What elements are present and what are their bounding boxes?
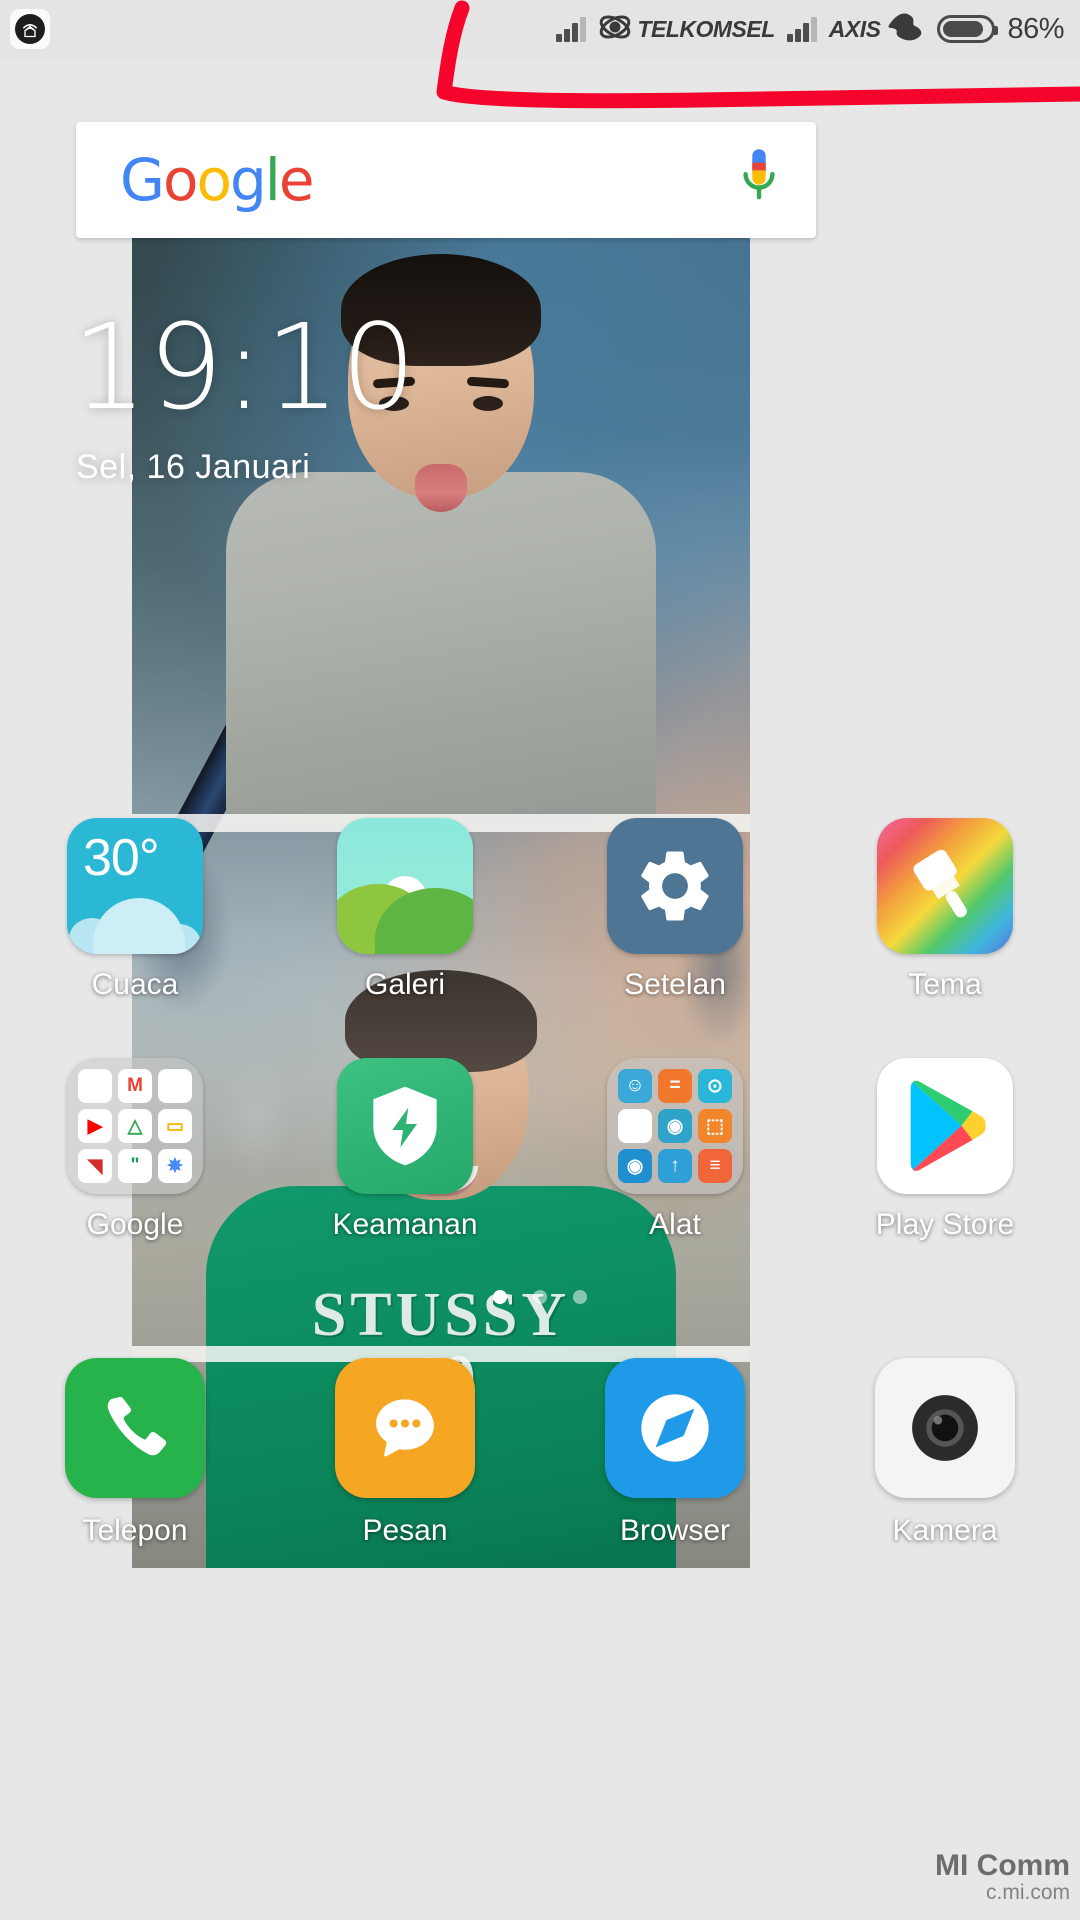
app-galeri[interactable]: Galeri	[270, 818, 540, 1002]
app-label: Tema	[908, 968, 982, 1001]
drive-icon[interactable]: △	[118, 1109, 152, 1143]
dock-kamera[interactable]: Kamera	[810, 1358, 1080, 1548]
app-label: Google	[86, 1208, 184, 1241]
dock-browser[interactable]: Browser	[540, 1358, 810, 1548]
app-label: Galeri	[364, 968, 446, 1001]
eyebrow-right	[466, 376, 510, 389]
signal-bars-sim2	[786, 16, 817, 42]
page-dot-2[interactable]	[573, 1290, 587, 1304]
tools-folder-icon[interactable]: ☺ = ⊙ ✉ ◉ ⬚ ◉ ↑ ≡	[607, 1058, 743, 1194]
dock-label: Telepon	[82, 1514, 188, 1547]
dock-telepon[interactable]: Telepon	[0, 1358, 270, 1548]
google-logo-letter-0: G	[120, 146, 165, 214]
google-logo: Google	[120, 151, 315, 209]
notification-dot	[15, 14, 45, 44]
page-dot-1[interactable]	[533, 1290, 547, 1304]
carrier-name-sim1: TELKOMSEL	[637, 15, 775, 42]
app-row-2: M ▶ △ ▭ ◥ " ✵ Google Keamanan ☺ = ⊙ ✉ ◉ ⬚ ◉ ↑ ≡ Alat	[0, 1058, 1080, 1242]
google-logo-letter-3: g	[229, 146, 267, 214]
app-label: Play Store	[875, 1208, 1015, 1241]
app-tema[interactable]: Tema	[810, 818, 1080, 1002]
watermark-line2: c.mi.com	[986, 1880, 1070, 1904]
scanner-icon[interactable]: ⬚	[698, 1109, 732, 1143]
mail-icon[interactable]: ✉	[618, 1109, 652, 1143]
eye-right	[473, 396, 503, 411]
themes-paintbrush-icon[interactable]	[877, 818, 1013, 954]
battery-icon	[937, 15, 999, 43]
page-indicator[interactable]	[0, 1290, 1080, 1304]
phone-icon[interactable]	[65, 1358, 205, 1498]
notes-icon[interactable]: ≡	[698, 1149, 732, 1183]
security-shield-icon[interactable]	[337, 1058, 473, 1194]
play-newsstand-icon[interactable]: ◥	[78, 1149, 112, 1183]
weather-temperature: 30°	[83, 829, 160, 887]
app-row-1: 30° Cuaca Galeri Setelan Tema	[0, 818, 1080, 1002]
photos-icon[interactable]: ✵	[158, 1149, 192, 1183]
downloads-icon[interactable]: ◉	[618, 1149, 652, 1183]
status-bar-right: TELKOMSEL AXIS 86%	[556, 11, 1080, 48]
app-label: Cuaca	[91, 968, 179, 1001]
carrier-sim1: TELKOMSEL	[598, 13, 775, 46]
watermark-line1: MI Comm	[935, 1849, 1070, 1883]
app-label: Alat	[649, 1208, 701, 1241]
dock: Telepon Pesan Browser Kamera	[0, 1358, 1080, 1548]
hangouts-icon[interactable]: "	[118, 1149, 152, 1183]
watermark: MI Comm c.mi.com	[935, 1850, 1070, 1904]
slides-icon[interactable]: ▭	[158, 1109, 192, 1143]
app-label: Keamanan	[332, 1208, 478, 1241]
app-play-store[interactable]: Play Store	[810, 1058, 1080, 1242]
tongue-out	[415, 464, 467, 512]
gmail-icon[interactable]: M	[118, 1069, 152, 1103]
status-bar-left	[0, 9, 50, 49]
telkomsel-logo	[598, 13, 632, 46]
cloud-main	[93, 898, 185, 954]
clock-widget[interactable]: 19:10 Sel, 16 Januari	[72, 308, 417, 487]
phone-home-screen: STUSSY40	[0, 0, 1080, 1920]
google-logo-letter-4: l	[264, 146, 281, 214]
contacts-icon[interactable]: ☺	[618, 1069, 652, 1103]
message-icon[interactable]	[335, 1358, 475, 1498]
carrier-name-sim2: AXIS	[828, 15, 881, 42]
google-logo-letter-5: e	[278, 146, 315, 214]
weather-icon[interactable]: 30°	[67, 818, 203, 954]
app-cuaca[interactable]: 30° Cuaca	[0, 818, 270, 1002]
screen-recorder-icon[interactable]: ◉	[658, 1109, 692, 1143]
calculator-icon[interactable]: =	[658, 1069, 692, 1103]
signal-bars-sim1	[556, 16, 587, 42]
google-logo-letter-1: o	[162, 146, 198, 214]
battery-fill	[943, 21, 983, 37]
dock-label: Kamera	[892, 1514, 998, 1547]
app-setelan[interactable]: Setelan	[540, 818, 810, 1002]
play-store-icon[interactable]	[877, 1058, 1013, 1194]
status-bar[interactable]: TELKOMSEL AXIS 86%	[0, 0, 1080, 58]
dock-label: Browser	[619, 1514, 731, 1547]
camera-icon[interactable]	[875, 1358, 1015, 1498]
mi-drop-icon[interactable]: ↑	[658, 1149, 692, 1183]
clock-date: Sel, 16 Januari	[76, 448, 311, 486]
app-keamanan[interactable]: Keamanan	[270, 1058, 540, 1242]
browser-compass-icon[interactable]	[605, 1358, 745, 1498]
compass-icon[interactable]: ⊙	[698, 1069, 732, 1103]
dock-label: Pesan	[362, 1514, 448, 1547]
app-label: Setelan	[624, 968, 726, 1001]
youtube-icon[interactable]: ▶	[78, 1109, 112, 1143]
microphone-icon[interactable]	[736, 147, 782, 214]
gallery-icon[interactable]	[337, 818, 473, 954]
carrier-sim2: AXIS	[829, 11, 926, 48]
page-dot-0[interactable]	[493, 1290, 507, 1304]
google-folder-icon[interactable]: M ▶ △ ▭ ◥ " ✵	[67, 1058, 203, 1194]
app-folder-google[interactable]: M ▶ △ ▭ ◥ " ✵ Google	[0, 1058, 270, 1242]
dock-pesan[interactable]: Pesan	[270, 1358, 540, 1548]
google-logo-letter-2: o	[196, 146, 231, 214]
axis-logo	[885, 11, 925, 48]
clock-time: 19:10	[72, 298, 418, 436]
wifi-home-notification-icon[interactable]	[10, 9, 50, 49]
grey-sweatshirt	[226, 472, 656, 822]
voice-search-icon[interactable]	[78, 1069, 112, 1103]
maps-icon[interactable]	[158, 1069, 192, 1103]
settings-gear-icon[interactable]	[607, 818, 743, 954]
app-folder-alat[interactable]: ☺ = ⊙ ✉ ◉ ⬚ ◉ ↑ ≡ Alat	[540, 1058, 810, 1242]
google-search-widget[interactable]: Google	[76, 122, 816, 238]
battery-percentage: 86%	[1007, 12, 1064, 45]
